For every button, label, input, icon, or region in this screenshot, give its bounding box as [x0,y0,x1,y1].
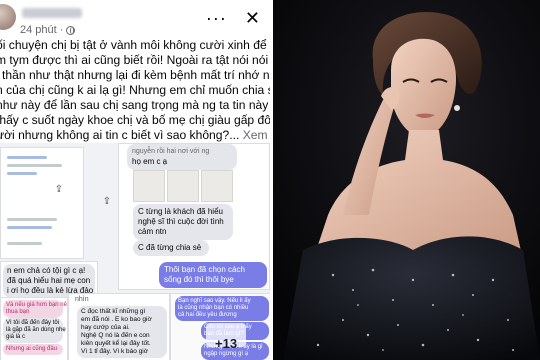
chat-bubble: Nhưng ai cũng đâu [3,344,63,355]
portrait-illustration [273,0,540,360]
post-line: ười nhưng không ai tin c biết vì sao khô… [0,128,270,143]
globe-icon [66,25,76,35]
facebook-post-panel: 24 phút · ··· ✕ ối chuyện chị bị tật ở v… [0,0,270,360]
chat-screenshot-thumb[interactable]: Và nếu giá hơn bạn nên thua bạn Vì tôi đ… [0,297,68,360]
chat-bubble: Và nếu giá hơn bạn nên thua bạn [3,300,67,318]
chat-bubble: C đọc thất kĩ những gì em đã nói . E ko … [77,306,167,358]
chat-screenshot-thumb[interactable] [0,147,84,259]
see-more-link[interactable]: Xem thêm [243,128,270,142]
post-line: thấy c suốt ngày khoe chị và bố mẹ chị g… [0,113,270,127]
post-line: m tym được thì ai cũng biết rồi! Ngoài r… [0,53,270,67]
post-line: ối chuyện chị bị tật ở vành môi không cư… [0,38,270,52]
post-line: như này để lần sau chị sang trọng mà ng … [0,98,270,112]
avatar[interactable] [0,4,16,30]
post-line: n của chị cũng k ai lạ gì! Nhưng em chỉ … [0,83,270,97]
chat-bubble-sent: Bạn nghĩ sao vậy. Nếu li ấy là cũng nhận… [175,296,269,321]
post-line: i thần như thật nhưng lại đi kèm bệnh mấ… [0,68,270,82]
more-horizontal-icon[interactable]: ··· [206,9,227,27]
share-icon[interactable]: ⇪ [52,183,66,197]
chat-bubble: nguyễn rồi hai nơi với ng họ em c ạ [127,144,237,170]
portrait-photo [273,0,540,360]
image-attachment[interactable] [167,170,199,202]
chat-screenshot-main[interactable]: nguyễn rồi hai nơi với ng họ em c ạ C từ… [118,143,270,290]
share-icon[interactable]: ⇪ [100,195,114,209]
image-attachment[interactable] [201,170,233,202]
post-meta: 24 phút · [20,24,76,36]
author-name-blurred[interactable] [22,8,82,18]
chat-bubble: C đã từng chia sẻ [133,240,209,256]
chat-bubble: Vì tôi đã đến đây tôi là gặp đã ăn dùng … [3,318,66,343]
chat-screenshot-thumb[interactable]: nhìn C đọc thất kĩ những gì em đã nói . … [68,293,170,360]
image-attachment[interactable] [133,170,165,202]
screenshot-collage[interactable]: ⇪ nguyễn rồi hai nơi với ng họ em c ạ C … [0,143,270,360]
more-photos-count[interactable]: +13 [215,336,237,351]
header-actions: ··· ✕ [206,9,260,27]
close-icon[interactable]: ✕ [245,9,260,27]
chat-bubble-sent: Thôi bạn đã chọn cách sống đó thì thôi b… [159,262,267,288]
post-time[interactable]: 24 phút [20,24,57,36]
post-body: ối chuyện chị bị tật ở vành môi không cư… [0,38,270,143]
chat-bubble: C từng là khách đã hiểu nghệ sĩ thì cuộc… [133,204,233,240]
